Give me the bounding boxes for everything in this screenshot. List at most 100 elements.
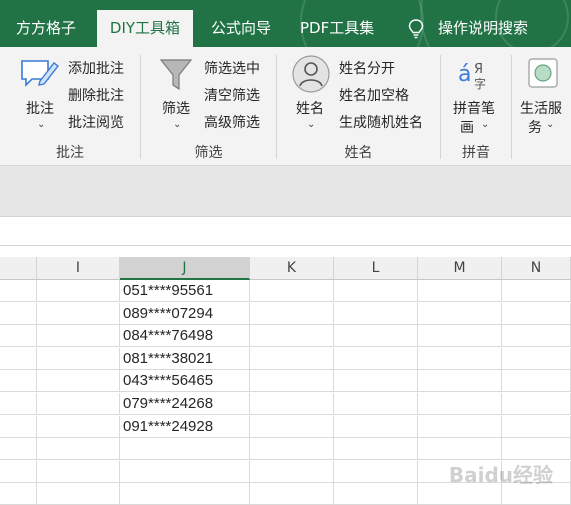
name-big-button[interactable]: 姓名	[296, 98, 324, 118]
cell-m-4[interactable]	[418, 347, 502, 370]
cell-hidden-8[interactable]	[0, 438, 37, 461]
cell-l-5[interactable]	[334, 370, 418, 393]
cell-k-1[interactable]	[250, 280, 334, 302]
random-name-button[interactable]: 生成随机姓名	[339, 112, 423, 132]
pinyin-icon[interactable]: á Я 字	[457, 56, 493, 96]
cell-m-1[interactable]	[418, 280, 502, 302]
cell-n-3[interactable]	[502, 325, 571, 348]
formula-input-row[interactable]	[0, 216, 571, 246]
cell-i-2[interactable]	[37, 302, 120, 325]
cell-j-4[interactable]: 081****38021	[120, 347, 250, 370]
cell-hidden-4[interactable]	[0, 347, 37, 370]
life-service-icon[interactable]	[527, 57, 559, 93]
cell-n-6[interactable]	[502, 393, 571, 415]
clear-filter-button[interactable]: 清空筛选	[204, 85, 260, 105]
cell-k-5[interactable]	[250, 370, 334, 393]
comment-big-button[interactable]: 批注	[26, 98, 54, 118]
cell-k-6[interactable]	[250, 393, 334, 415]
cell-l-7[interactable]	[334, 415, 418, 438]
cell-k-4[interactable]	[250, 347, 334, 370]
column-header-n[interactable]: N	[502, 257, 571, 280]
column-header-k[interactable]: K	[250, 257, 334, 280]
cell-m-6[interactable]	[418, 393, 502, 415]
filter-big-button[interactable]: 筛选	[162, 98, 190, 118]
cell-l-3[interactable]	[334, 325, 418, 348]
cell-hidden-9[interactable]	[0, 460, 37, 483]
cell-m-5[interactable]	[418, 370, 502, 393]
chevron-down-icon[interactable]: ⌄	[173, 119, 181, 130]
cell-n-1[interactable]	[502, 280, 571, 302]
column-header-hidden[interactable]	[0, 257, 37, 280]
tab-formula-wizard[interactable]: 公式向导	[211, 10, 271, 47]
cell-hidden-7[interactable]	[0, 415, 37, 438]
cell-n-2[interactable]	[502, 302, 571, 325]
cell-k-2[interactable]	[250, 302, 334, 325]
cell-l-6[interactable]	[334, 393, 418, 415]
cell-hidden-1[interactable]	[0, 280, 37, 302]
split-name-button[interactable]: 姓名分开	[339, 58, 395, 78]
view-comments-button[interactable]: 批注阅览	[68, 112, 124, 132]
life-service-button-line2[interactable]: 务	[528, 117, 542, 137]
cell-j-8[interactable]	[120, 438, 250, 461]
cell-j-6[interactable]: 079****24268	[120, 393, 250, 415]
cell-n-8[interactable]	[502, 438, 571, 461]
cell-j-3[interactable]: 084****76498	[120, 325, 250, 348]
cell-n-7[interactable]	[502, 415, 571, 438]
life-service-button[interactable]: 生活服	[520, 98, 562, 118]
name-add-space-button[interactable]: 姓名加空格	[339, 85, 409, 105]
chevron-down-icon[interactable]: ⌄	[481, 119, 489, 130]
tab-fangfanggezi[interactable]: 方方格子	[16, 10, 76, 47]
cell-j-5[interactable]: 043****56465	[120, 370, 250, 393]
cell-i-5[interactable]	[37, 370, 120, 393]
cell-hidden-6[interactable]	[0, 393, 37, 415]
cell-l-4[interactable]	[334, 347, 418, 370]
cell-hidden-3[interactable]	[0, 325, 37, 348]
advanced-filter-button[interactable]: 高级筛选	[204, 112, 260, 132]
cell-m-3[interactable]	[418, 325, 502, 348]
add-comment-button[interactable]: 添加批注	[68, 58, 124, 78]
cell-l-1[interactable]	[334, 280, 418, 302]
cell-i-1[interactable]	[37, 280, 120, 302]
cell-k-9[interactable]	[250, 460, 334, 483]
cell-i-8[interactable]	[37, 438, 120, 461]
cell-i-9[interactable]	[37, 460, 120, 483]
cell-j-7[interactable]: 091****24928	[120, 415, 250, 438]
column-header-m[interactable]: M	[418, 257, 502, 280]
cell-i-3[interactable]	[37, 325, 120, 348]
cell-hidden-2[interactable]	[0, 302, 37, 325]
cell-n-5[interactable]	[502, 370, 571, 393]
cell-i-4[interactable]	[37, 347, 120, 370]
delete-comment-button[interactable]: 删除批注	[68, 85, 124, 105]
cell-m-2[interactable]	[418, 302, 502, 325]
cell-i-6[interactable]	[37, 393, 120, 415]
comment-pen-icon[interactable]	[18, 55, 60, 99]
cell-hidden-5[interactable]	[0, 370, 37, 393]
pinyin-stroke-button-line2[interactable]: 画	[460, 117, 474, 137]
cell-n-4[interactable]	[502, 347, 571, 370]
person-icon[interactable]	[291, 54, 331, 98]
column-header-j[interactable]: J	[120, 257, 250, 280]
cell-l-2[interactable]	[334, 302, 418, 325]
cell-l-9[interactable]	[334, 460, 418, 483]
cell-j-2[interactable]: 089****07294	[120, 302, 250, 325]
cell-l-8[interactable]	[334, 438, 418, 461]
tab-pdf-tools[interactable]: PDF工具集	[300, 10, 374, 47]
chevron-down-icon[interactable]: ⌄	[546, 119, 554, 130]
cell-k-8[interactable]	[250, 438, 334, 461]
tab-diy-toolbox[interactable]: DIY工具箱	[97, 10, 193, 47]
chevron-down-icon[interactable]: ⌄	[307, 119, 315, 130]
column-header-i[interactable]: I	[37, 257, 120, 280]
funnel-icon[interactable]	[159, 57, 193, 97]
cell-j-9[interactable]	[120, 460, 250, 483]
pinyin-stroke-button[interactable]: 拼音笔	[453, 98, 495, 118]
chevron-down-icon[interactable]: ⌄	[37, 119, 45, 130]
cell-i-7[interactable]	[37, 415, 120, 438]
cell-k-7[interactable]	[250, 415, 334, 438]
cell-j-1[interactable]: 051****95561	[120, 280, 250, 302]
cell-m-8[interactable]	[418, 438, 502, 461]
cell-m-7[interactable]	[418, 415, 502, 438]
filter-selected-button[interactable]: 筛选选中	[204, 58, 260, 78]
column-header-l[interactable]: L	[334, 257, 418, 280]
tab-search-help[interactable]: 操作说明搜索	[438, 10, 528, 47]
cell-k-3[interactable]	[250, 325, 334, 348]
